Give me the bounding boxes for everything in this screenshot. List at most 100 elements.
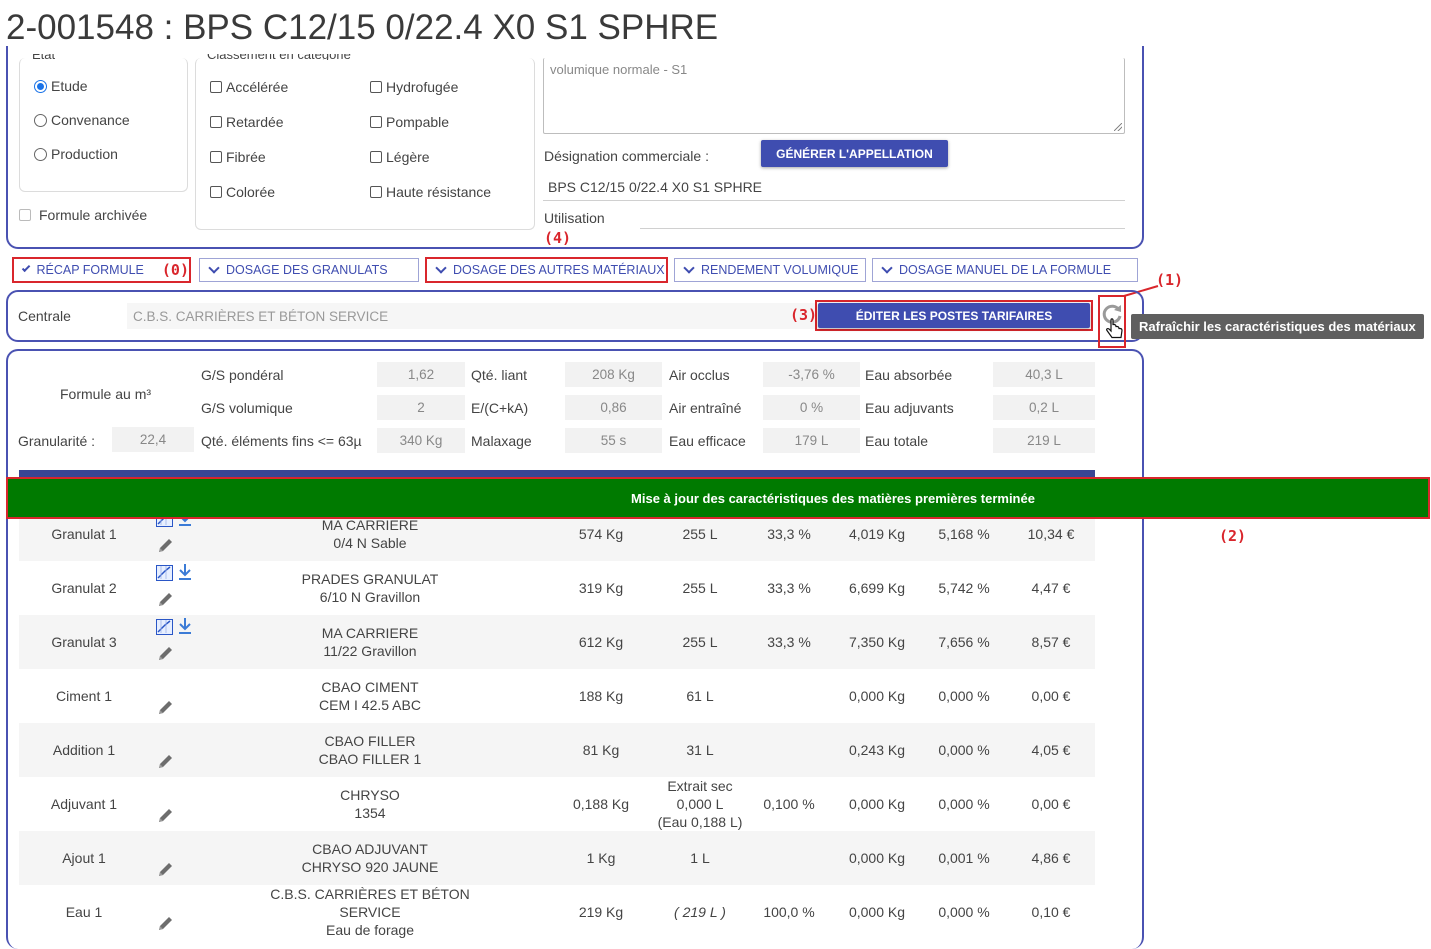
granularite-label: Granularité : [18, 433, 96, 449]
cell-value-name: Ajout 1 [62, 850, 106, 866]
classement-col2-option-3[interactable]: Haute résistance [370, 184, 491, 200]
cell-mass: 219 Kg [546, 885, 656, 939]
archive-checkbox[interactable]: Formule archivée [19, 207, 147, 223]
cell-price: 0,00 € [1007, 669, 1095, 723]
cell-value-mass: 81 Kg [582, 742, 620, 758]
cell-value-name: Eau 1 [65, 904, 103, 920]
cell-value-col6: 7,350 Kg [848, 634, 906, 650]
stat-label: Malaxage [471, 433, 532, 449]
cell-value-mass: 574 Kg [578, 526, 624, 542]
annotation-2: (2) [1219, 527, 1247, 545]
cell-mat: MA CARRIERE 11/22 Gravillon [250, 615, 490, 669]
resize-grip-icon[interactable] [1114, 123, 1122, 131]
cell-value-name: Addition 1 [52, 742, 116, 758]
stat-value: 219 L [993, 428, 1095, 453]
checkbox[interactable] [210, 81, 222, 93]
stat-value: 40,3 L [993, 362, 1095, 387]
classement-col1-option-3[interactable]: Colorée [210, 184, 275, 200]
appellation-textarea[interactable]: volumique normale - S1 [543, 58, 1125, 134]
classement-col2-option-1[interactable]: Pompable [370, 114, 449, 130]
checkbox[interactable] [210, 116, 222, 128]
stat-label: Air occlus [669, 367, 730, 383]
edit-pencil-icon[interactable] [156, 753, 174, 771]
tab-label: RÉCAP FORMULE [36, 263, 144, 277]
utilisation-label: Utilisation [544, 210, 605, 226]
classement-col1-option-1[interactable]: Retardée [210, 114, 284, 130]
classement-option-label: Haute résistance [386, 184, 492, 200]
cell-vol: ( 219 L ) [644, 885, 756, 939]
checkbox[interactable] [210, 151, 222, 163]
stat-value: 0 % [763, 395, 860, 420]
classement-col2-option-2[interactable]: Légère [370, 149, 430, 165]
cell-name: Ajout 1 [19, 831, 149, 885]
download-icon[interactable] [178, 617, 192, 635]
cell-value-col7: 7,656 % [938, 634, 990, 650]
generate-appellation-button[interactable]: GÉNÉRER L'APPELLATION [761, 140, 948, 167]
material-product: CEM I 42.5 ABC [319, 697, 421, 713]
row-actions [156, 885, 196, 939]
classement-col1-option-0[interactable]: Accélérée [210, 79, 288, 95]
cell-value-col7: 0,000 % [938, 742, 990, 758]
centrale-label: Centrale [18, 308, 71, 324]
etat-option-0[interactable]: Etude [34, 78, 88, 94]
material-product: CBAO FILLER 1 [318, 751, 422, 767]
edit-pencil-icon[interactable] [156, 915, 174, 933]
utilisation-field[interactable] [640, 210, 1125, 229]
checkbox[interactable] [210, 186, 222, 198]
cell-value-pct: 100,0 % [763, 904, 815, 920]
material-supplier: PRADES GRANULAT [301, 571, 439, 587]
classement-col2-option-0[interactable]: Hydrofugée [370, 79, 458, 95]
cell-value-name: Adjuvant 1 [50, 796, 118, 812]
cell-value-price: 0,00 € [1031, 796, 1071, 812]
edit-pencil-icon[interactable] [156, 699, 174, 717]
grading-chart-icon[interactable] [156, 619, 173, 635]
radio-button[interactable] [34, 79, 47, 93]
material-supplier: CHRYSO [340, 787, 400, 803]
download-icon[interactable] [178, 563, 192, 581]
cell-mass: 612 Kg [546, 615, 656, 669]
archive-checkbox-box[interactable] [19, 209, 31, 221]
edit-pencil-icon[interactable] [156, 645, 174, 663]
cell-vol: 255 L [644, 561, 756, 615]
material-supplier: C.B.S. CARRIÈRES ET BÉTON SERVICE [270, 886, 470, 920]
cell-col7: 0,000 % [919, 669, 1009, 723]
radio-button[interactable] [34, 113, 47, 127]
cell-mass: 81 Kg [546, 723, 656, 777]
formula-label: Formule au m³ [60, 386, 152, 402]
tab-dosage-granulats[interactable]: DOSAGE DES GRANULATS [199, 258, 419, 282]
tab-rendement-volumique[interactable]: RENDEMENT VOLUMIQUE [674, 258, 866, 282]
tab-recap-formule[interactable]: RÉCAP FORMULE (0) [12, 257, 191, 283]
cell-col6: 0,000 Kg [832, 885, 922, 939]
checkbox[interactable] [370, 116, 382, 128]
cell-col6: 0,000 Kg [832, 669, 922, 723]
cell-value-name: Ciment 1 [55, 688, 113, 704]
stat-value: 2 [377, 395, 465, 420]
tab-label: DOSAGE DES GRANULATS [226, 263, 388, 277]
tab-dosage-manuel[interactable]: DOSAGE MANUEL DE LA FORMULE [872, 258, 1138, 282]
edit-pencil-icon[interactable] [156, 537, 174, 555]
tab-dosage-autres-materiaux[interactable]: DOSAGE DES AUTRES MATÉRIAUX [425, 257, 668, 283]
cell-value-price: 4,05 € [1031, 742, 1071, 758]
annotation-4: (4) [544, 229, 572, 247]
etat-option-1[interactable]: Convenance [34, 112, 130, 128]
designation-field[interactable]: BPS C12/15 0/22.4 X0 S1 SPHRE [543, 175, 1125, 201]
stat-value: 55 s [565, 428, 662, 453]
edit-pencil-icon[interactable] [156, 591, 174, 609]
classement-col1-option-2[interactable]: Fibrée [210, 149, 266, 165]
cell-value-col6: 0,000 Kg [848, 796, 906, 812]
cell-col7: 0,000 % [919, 777, 1009, 831]
checkbox[interactable] [370, 151, 382, 163]
etat-option-2[interactable]: Production [34, 146, 118, 162]
checkbox[interactable] [370, 186, 382, 198]
radio-button[interactable] [34, 147, 47, 161]
checkbox[interactable] [370, 81, 382, 93]
edit-tarif-button[interactable]: ÉDITER LES POSTES TARIFAIRES [818, 303, 1090, 328]
edit-pencil-icon[interactable] [156, 861, 174, 879]
refresh-tooltip: Rafraîchir les caractéristiques des maté… [1131, 314, 1424, 339]
stat-label: G/S volumique [201, 400, 293, 416]
classement-option-label: Légère [386, 149, 430, 165]
chevron-down-icon [21, 263, 31, 273]
grading-chart-icon[interactable] [156, 565, 173, 581]
edit-pencil-icon[interactable] [156, 807, 174, 825]
update-success-banner: Mise à jour des caractéristiques des mat… [6, 477, 1430, 519]
